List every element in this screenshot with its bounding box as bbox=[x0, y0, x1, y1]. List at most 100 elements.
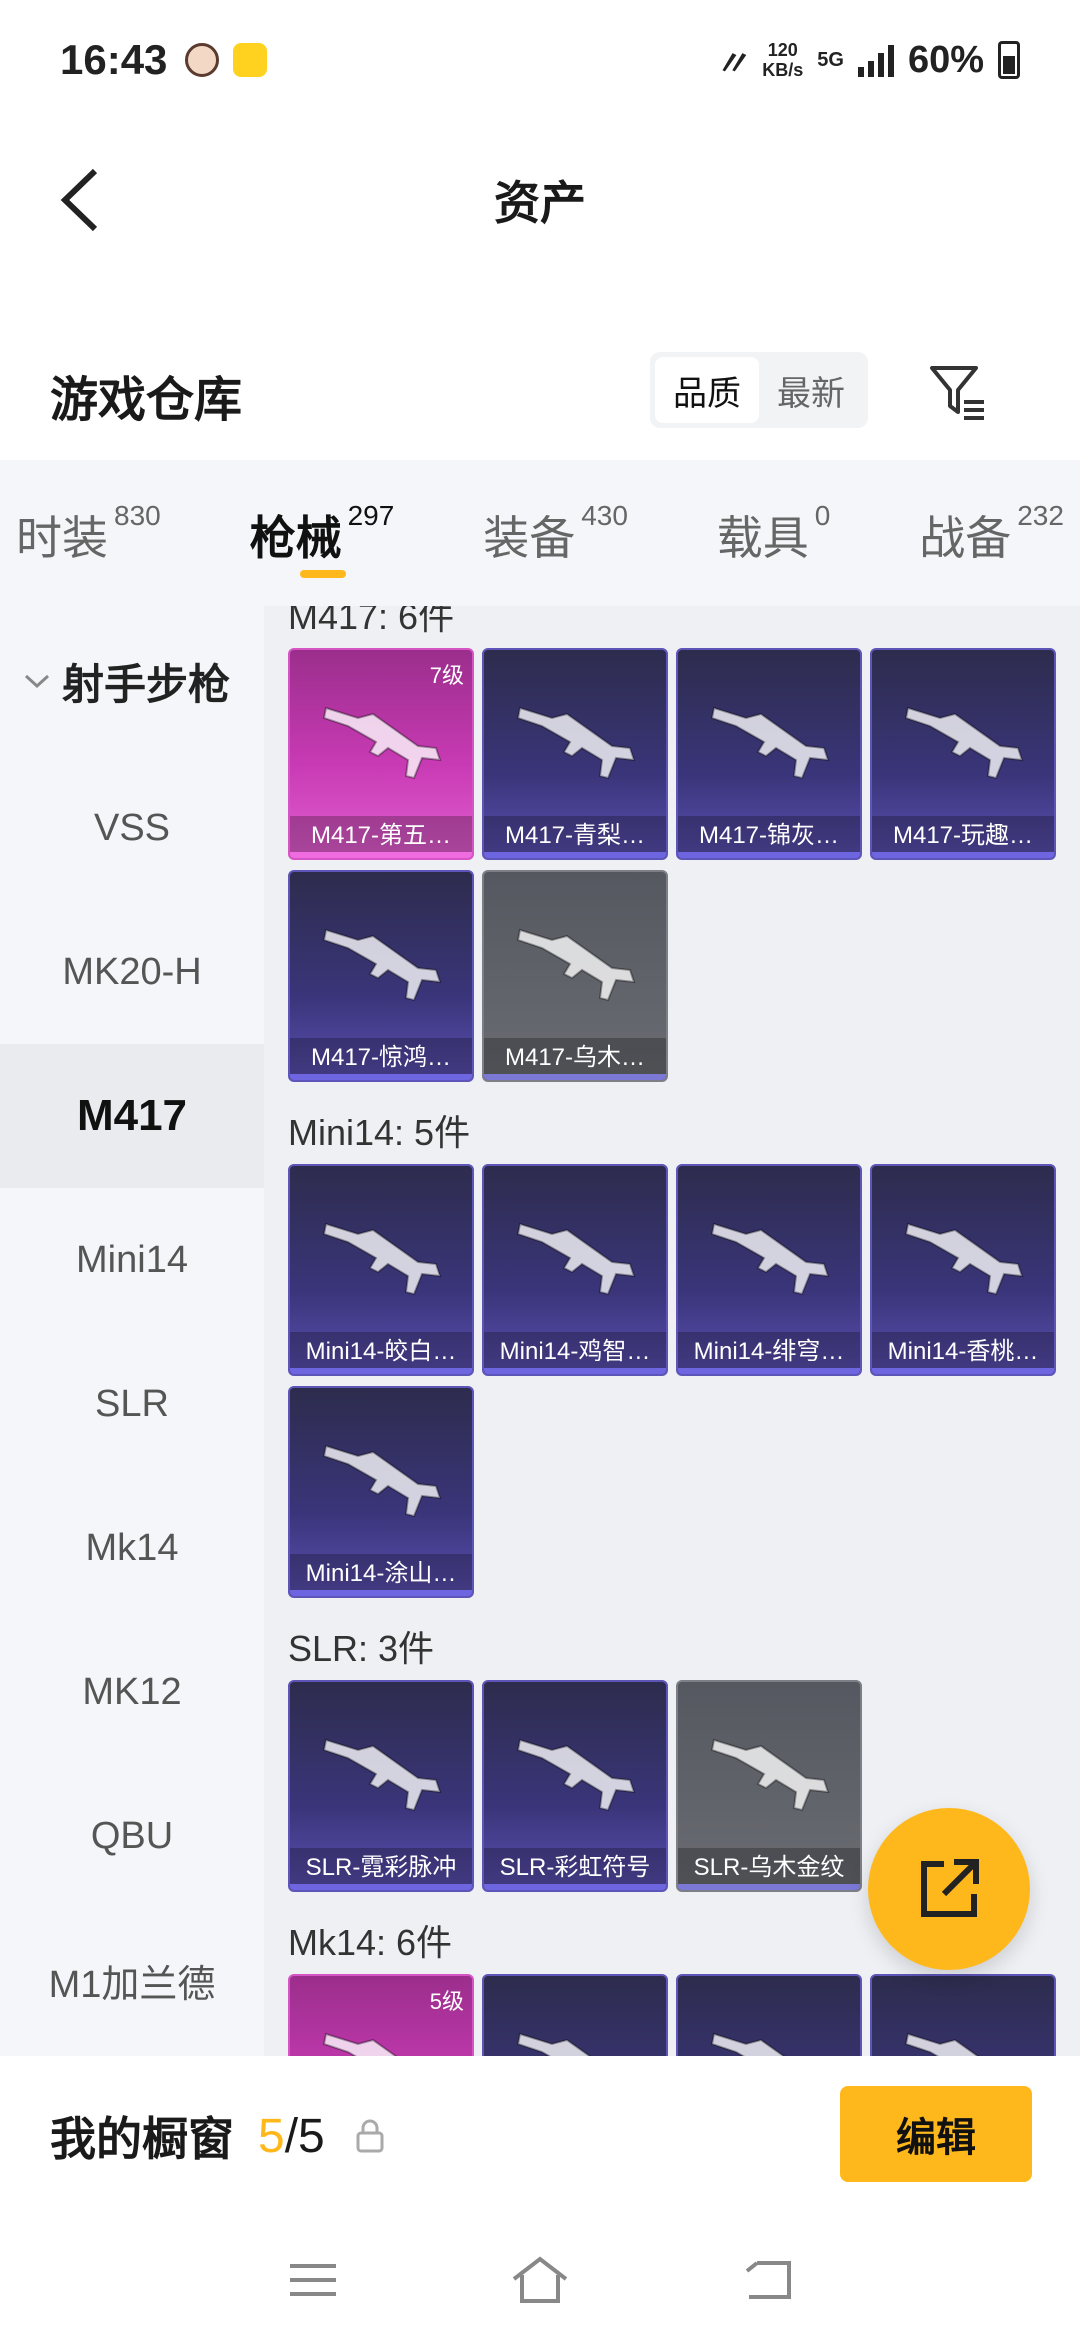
sidebar-group-label: 射手步枪 bbox=[62, 660, 231, 708]
weapon-skin-card[interactable]: SLR-乌木金纹 bbox=[676, 1680, 862, 1892]
rifle-icon bbox=[516, 706, 636, 780]
share-fab-button[interactable] bbox=[868, 1808, 1030, 1970]
showcase-title: 我的橱窗 bbox=[50, 2113, 234, 2165]
avatar-notification-icon bbox=[185, 43, 220, 77]
weapon-skin-card[interactable]: SLR-彩虹符号 bbox=[482, 1680, 668, 1892]
nav-menu-button[interactable] bbox=[273, 2240, 353, 2320]
rifle-icon bbox=[904, 2032, 980, 2056]
tab-vehicles[interactable]: 载具 0 bbox=[717, 460, 831, 606]
sidebar-item-qbu[interactable]: QBU bbox=[0, 1764, 264, 1908]
rifle-icon bbox=[322, 2032, 398, 2056]
sidebar-item-m1-garand[interactable]: M1加兰德 bbox=[0, 1908, 264, 2052]
weapon-skin-card[interactable]: Mini14-绯穹… bbox=[676, 1164, 862, 1376]
sidebar-item-slr[interactable]: SLR bbox=[0, 1332, 264, 1476]
battery-icon bbox=[998, 41, 1020, 79]
showcase-separator: / bbox=[284, 2109, 299, 2163]
weapon-skin-card[interactable]: M417-惊鸿… bbox=[288, 870, 474, 1082]
weapon-skin-name: SLR-乌木金纹 bbox=[693, 1854, 845, 1881]
section-header: Mini14: 5件 bbox=[288, 1112, 471, 1153]
tab-count: 0 bbox=[814, 500, 831, 531]
weapon-skin-card[interactable]: Mini14-皎白… bbox=[288, 1164, 474, 1376]
rifle-icon bbox=[710, 2032, 786, 2056]
sort-toggle: 品质 最新 bbox=[650, 352, 868, 428]
chevron-left-icon bbox=[60, 168, 98, 232]
rifle-icon bbox=[710, 1222, 830, 1296]
rifle-icon bbox=[322, 1222, 442, 1296]
rifle-icon bbox=[322, 1738, 442, 1812]
showcase-total: 5 bbox=[298, 2109, 325, 2163]
weapon-skin-card[interactable]: Mini14-涂山… bbox=[288, 1386, 474, 1598]
net-speed: 120 KB/s bbox=[762, 40, 803, 80]
signal-icon bbox=[857, 43, 894, 77]
status-bar: 16:43 〃 120 KB/s 5G 60% bbox=[0, 0, 1080, 120]
tab-equipment[interactable]: 装备 430 bbox=[483, 460, 628, 606]
weapon-skin-card[interactable]: M417-锦灰… bbox=[676, 648, 862, 860]
tab-label: 战备 bbox=[919, 512, 1012, 564]
rifle-icon bbox=[710, 1738, 830, 1812]
tab-label: 装备 bbox=[483, 512, 576, 564]
rifle-icon bbox=[516, 928, 636, 1002]
filter-icon bbox=[930, 366, 984, 420]
sidebar-group-marksman[interactable]: 射手步枪 bbox=[0, 606, 264, 756]
weapon-skin-name: M417-玩趣… bbox=[892, 822, 1034, 849]
net-speed-unit: KB/s bbox=[762, 60, 804, 80]
status-right: 〃 120 KB/s 5G 60% bbox=[714, 36, 1020, 85]
weapon-skin-name: M417-乌木… bbox=[504, 1044, 646, 1071]
net-speed-value: 120 bbox=[767, 40, 798, 60]
back-icon bbox=[745, 2261, 791, 2299]
system-nav-bar bbox=[0, 2216, 1080, 2344]
share-external-icon bbox=[921, 1859, 979, 1917]
weapon-skin-card[interactable]: SLR-霓彩脉冲 bbox=[288, 1680, 474, 1892]
nfc-icon: 〃 bbox=[714, 44, 749, 83]
warehouse-title: 游戏仓库 bbox=[50, 374, 243, 427]
tab-label: 枪械 bbox=[249, 512, 342, 564]
weapon-skin-name: SLR-霓彩脉冲 bbox=[305, 1854, 457, 1881]
filter-button[interactable] bbox=[918, 352, 998, 432]
weapon-skin-card[interactable] bbox=[870, 1974, 1056, 2056]
weapon-skin-name: Mini14-鸡智… bbox=[499, 1338, 651, 1365]
weapon-skin-name: Mini14-皎白… bbox=[305, 1338, 457, 1365]
weapon-skin-card[interactable]: 5级 bbox=[288, 1974, 474, 2056]
status-time: 16:43 bbox=[60, 36, 168, 83]
rifle-icon bbox=[322, 928, 442, 1002]
app-header: 资产 bbox=[0, 140, 1080, 260]
weapon-skin-card[interactable] bbox=[482, 1974, 668, 2056]
sidebar-item-m417[interactable]: M417 bbox=[0, 1044, 264, 1188]
sidebar-item-vss[interactable]: VSS bbox=[0, 756, 264, 900]
notification-icons bbox=[185, 43, 268, 77]
sort-quality-button[interactable]: 品质 bbox=[655, 357, 759, 423]
sidebar-item-mini14[interactable]: Mini14 bbox=[0, 1188, 264, 1332]
tab-supplies[interactable]: 战备 232 bbox=[919, 460, 1064, 606]
rifle-icon bbox=[710, 706, 830, 780]
nav-home-button[interactable] bbox=[500, 2240, 580, 2320]
sidebar-item-mk12[interactable]: MK12 bbox=[0, 1620, 264, 1764]
weapon-skin-name: Mini14-涂山… bbox=[305, 1560, 457, 1587]
battery-percent: 60% bbox=[907, 38, 984, 81]
edit-button[interactable]: 编辑 bbox=[840, 2086, 1032, 2182]
lock-icon bbox=[356, 2119, 384, 2153]
tab-firearms[interactable]: 枪械 297 bbox=[249, 460, 395, 606]
weapon-skin-card[interactable]: M417-乌木… bbox=[482, 870, 668, 1082]
weapon-skin-name: M417-第五… bbox=[310, 822, 452, 849]
sidebar-item-mk20h[interactable]: MK20-H bbox=[0, 900, 264, 1044]
weapon-skin-card[interactable]: M417-玩趣… bbox=[870, 648, 1056, 860]
category-tabs: 时装 830 枪械 297 装备 430 载具 0 战备 232 bbox=[0, 460, 1080, 606]
weapon-sidebar: 射手步枪 VSS MK20-H M417 Mini14 SLR Mk14 MK1… bbox=[0, 606, 264, 2056]
weapon-skin-card[interactable]: M417-青梨… bbox=[482, 648, 668, 860]
weapon-skin-card[interactable]: Mini14-鸡智… bbox=[482, 1164, 668, 1376]
rifle-icon bbox=[904, 1222, 1024, 1296]
weapon-skin-card[interactable]: M417-第五… 7级 bbox=[288, 648, 474, 860]
rifle-icon bbox=[516, 1222, 636, 1296]
weapon-skin-card[interactable]: Mini14-香桃… bbox=[870, 1164, 1056, 1376]
nav-back-button[interactable] bbox=[727, 2240, 807, 2320]
rifle-icon bbox=[322, 1444, 442, 1518]
weapon-skin-card[interactable] bbox=[676, 1974, 862, 2056]
sort-latest-button[interactable]: 最新 bbox=[759, 357, 863, 423]
section-header: Mk14: 6件 bbox=[288, 1922, 453, 1963]
tab-count: 297 bbox=[347, 500, 395, 531]
weapon-skin-name: M417-青梨… bbox=[504, 822, 646, 849]
back-button[interactable] bbox=[40, 160, 120, 240]
tab-costume[interactable]: 时装 830 bbox=[16, 460, 161, 606]
weapon-level-badge: 5级 bbox=[429, 1989, 464, 2014]
sidebar-item-mk14[interactable]: Mk14 bbox=[0, 1476, 264, 1620]
